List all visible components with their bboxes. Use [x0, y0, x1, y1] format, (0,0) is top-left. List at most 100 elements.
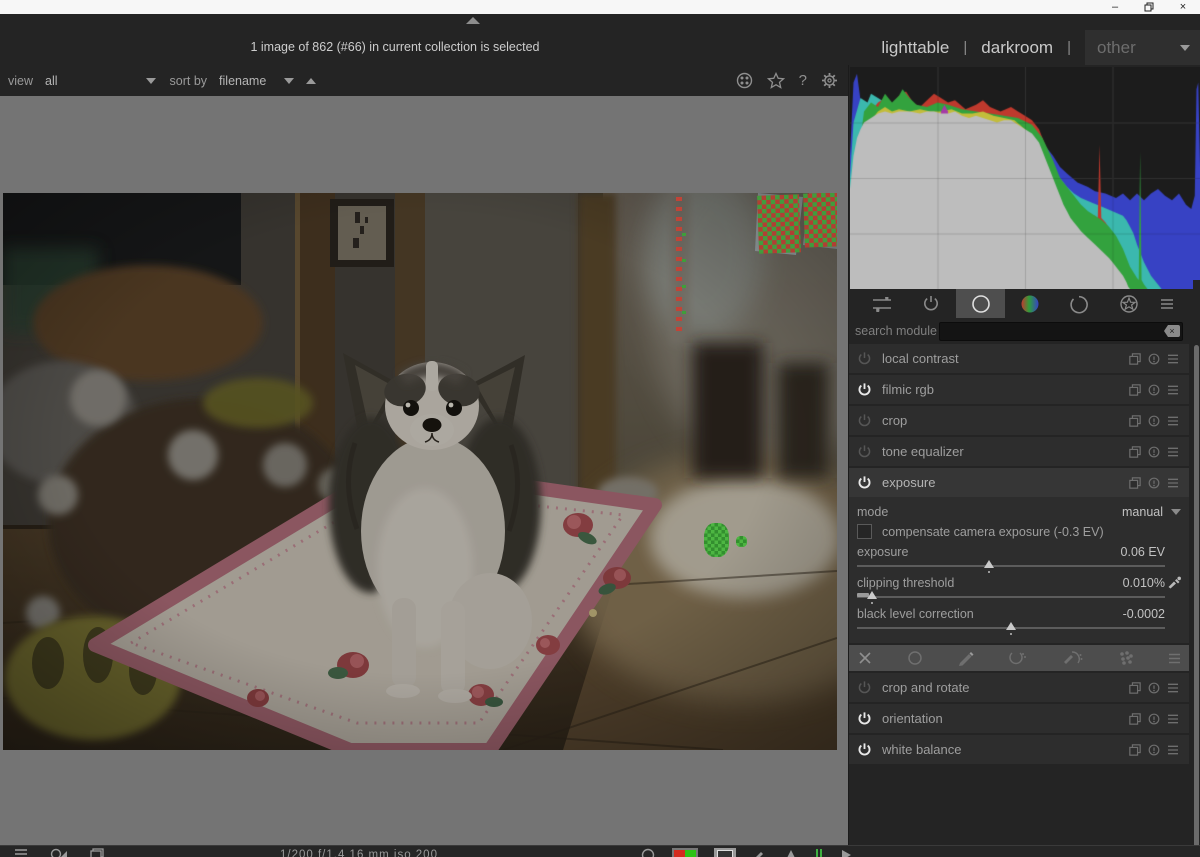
power-icon[interactable]: [857, 351, 872, 366]
module-row-white-balance[interactable]: white balance: [849, 735, 1189, 764]
module-label[interactable]: crop and rotate: [882, 680, 1129, 695]
focus-peak-icon[interactable]: [784, 848, 798, 857]
help-icon[interactable]: ?: [799, 72, 807, 89]
power-icon[interactable]: [857, 711, 872, 726]
drawn-mask-icon[interactable]: [957, 650, 975, 666]
mode-value[interactable]: manual: [1122, 505, 1163, 519]
compensate-checkbox[interactable]: [857, 524, 872, 539]
tab-active-modules[interactable]: [857, 289, 906, 318]
module-row-tone-equalizer[interactable]: tone equalizer: [849, 437, 1189, 466]
tab-color-group[interactable]: [1005, 289, 1054, 318]
multi-instance-icon[interactable]: [1129, 352, 1141, 365]
mask-uniform-icon[interactable]: [907, 650, 923, 666]
slider-value[interactable]: 0.010%: [1123, 576, 1165, 590]
circle-icon[interactable]: [640, 848, 656, 857]
slider-handle[interactable]: [867, 591, 878, 599]
view-darkroom[interactable]: darkroom: [981, 38, 1053, 58]
sort-chevron-icon[interactable]: [284, 77, 295, 84]
view-lighttable[interactable]: lighttable: [881, 38, 949, 58]
mask-off-icon[interactable]: [857, 650, 873, 666]
module-label[interactable]: orientation: [882, 711, 1129, 726]
module-label[interactable]: tone equalizer: [882, 444, 1129, 459]
multi-instance-icon[interactable]: [1129, 743, 1141, 756]
view-other-dropdown[interactable]: other: [1085, 30, 1200, 65]
slider-value[interactable]: -0.0002: [1123, 607, 1165, 621]
reset-icon[interactable]: [1148, 744, 1160, 756]
reset-icon[interactable]: [1148, 713, 1160, 725]
drawn-and-parametric-mask-icon[interactable]: [1062, 650, 1084, 666]
module-label[interactable]: local contrast: [882, 351, 1129, 366]
power-icon[interactable]: [857, 382, 872, 397]
view-filter-value[interactable]: all: [45, 74, 58, 88]
play-icon[interactable]: [840, 848, 852, 857]
module-row-filmic-rgb[interactable]: filmic rgb: [849, 375, 1189, 404]
reset-icon[interactable]: [1148, 384, 1160, 396]
presets-icon[interactable]: [1167, 354, 1179, 364]
duplicate-icon[interactable]: [90, 848, 104, 857]
slider-track[interactable]: [857, 596, 1165, 598]
power-icon[interactable]: [857, 742, 872, 757]
overexposure-icon[interactable]: [50, 848, 68, 857]
collapse-top-panel-arrow-icon[interactable]: [466, 17, 480, 24]
presets-icon[interactable]: [1167, 683, 1179, 693]
tab-power-group[interactable]: [906, 289, 955, 318]
reset-icon[interactable]: [1148, 477, 1160, 489]
module-label[interactable]: white balance: [882, 742, 1129, 757]
module-label[interactable]: crop: [882, 413, 1129, 428]
slider-handle[interactable]: [1005, 622, 1016, 630]
module-row-exposure[interactable]: exposure: [849, 468, 1189, 497]
multi-instance-icon[interactable]: [1129, 445, 1141, 458]
raster-mask-icon[interactable]: [1118, 650, 1134, 666]
parametric-mask-icon[interactable]: [1008, 650, 1028, 666]
grouping-icon[interactable]: [736, 72, 753, 89]
softproof-icon[interactable]: [714, 848, 736, 857]
close-button[interactable]: ×: [1166, 0, 1200, 14]
presets-icon[interactable]: [1167, 714, 1179, 724]
power-icon[interactable]: [857, 680, 872, 695]
view-filter-chevron-icon[interactable]: [145, 77, 156, 84]
color-picker-icon[interactable]: [1167, 576, 1181, 590]
presets-icon[interactable]: [1167, 385, 1179, 395]
multi-instance-icon[interactable]: [1129, 712, 1141, 725]
slider-value[interactable]: 0.06 EV: [1121, 545, 1165, 559]
presets-icon[interactable]: [1167, 447, 1179, 457]
guide-lines-icon[interactable]: [814, 848, 824, 857]
module-row-local-contrast[interactable]: local contrast: [849, 344, 1189, 373]
module-label[interactable]: filmic rgb: [882, 382, 1129, 397]
slider-black-level-correction[interactable]: black level correction -0.0002: [857, 606, 1181, 637]
minimize-button[interactable]: –: [1098, 0, 1132, 14]
restore-button[interactable]: [1132, 0, 1166, 14]
histogram[interactable]: [850, 67, 1200, 289]
tab-effect-group[interactable]: [1104, 289, 1153, 318]
panel-scrollbar[interactable]: [1193, 280, 1200, 857]
multi-instance-icon[interactable]: [1129, 414, 1141, 427]
presets-icon[interactable]: [1167, 416, 1179, 426]
search-module-input[interactable]: ×: [939, 322, 1183, 341]
image-preview[interactable]: [3, 193, 837, 750]
reset-icon[interactable]: [1148, 415, 1160, 427]
slider-handle[interactable]: [984, 560, 995, 568]
sort-value[interactable]: filename: [219, 74, 266, 88]
power-icon[interactable]: [857, 475, 872, 490]
mode-chevron-icon[interactable]: [1171, 508, 1181, 515]
rawoverexposed-icon[interactable]: [672, 848, 698, 857]
module-row-crop[interactable]: crop: [849, 406, 1189, 435]
module-tabs-presets-menu-icon[interactable]: [1154, 289, 1181, 318]
presets-icon[interactable]: [1167, 745, 1179, 755]
reset-icon[interactable]: [1148, 353, 1160, 365]
clear-search-icon[interactable]: ×: [1164, 325, 1180, 337]
sort-ascending-icon[interactable]: [306, 77, 317, 84]
multi-instance-icon[interactable]: [1129, 681, 1141, 694]
reset-icon[interactable]: [1148, 446, 1160, 458]
power-icon[interactable]: [857, 444, 872, 459]
multi-instance-icon[interactable]: [1129, 476, 1141, 489]
slider-clipping-threshold[interactable]: clipping threshold 0.010%: [857, 575, 1181, 606]
tab-base-group[interactable]: [955, 289, 1006, 318]
module-row-orientation[interactable]: orientation: [849, 704, 1189, 733]
slider-exposure[interactable]: exposure 0.06 EV: [857, 544, 1181, 575]
module-label[interactable]: exposure: [882, 475, 1129, 490]
tab-correct-group[interactable]: [1055, 289, 1104, 318]
gear-icon[interactable]: [821, 72, 838, 89]
module-row-crop-and-rotate[interactable]: crop and rotate: [849, 673, 1189, 702]
multi-instance-icon[interactable]: [1129, 383, 1141, 396]
